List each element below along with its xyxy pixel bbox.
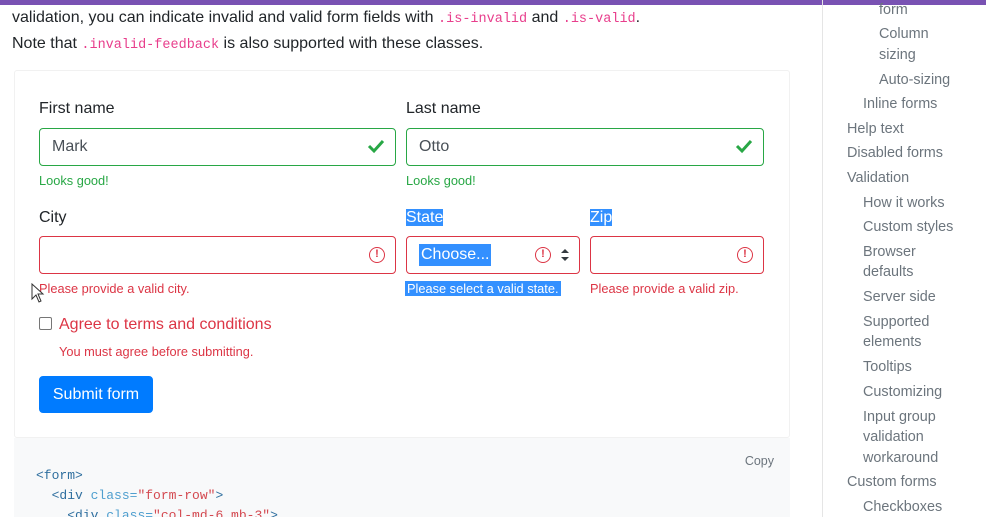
first-name-label: First name xyxy=(39,100,115,117)
toc-item[interactable]: Custom forms xyxy=(847,472,937,493)
check-icon xyxy=(735,139,753,154)
city-input[interactable]: ! xyxy=(39,236,396,274)
toc-item[interactable]: Supported xyxy=(863,312,929,333)
toc-item[interactable]: Checkboxes xyxy=(863,497,942,517)
toc-item[interactable]: Help text xyxy=(847,119,904,140)
toc-item[interactable]: Column xyxy=(879,24,929,45)
error-icon: ! xyxy=(535,247,551,263)
code-attr: class= xyxy=(106,508,154,517)
state-select[interactable]: Choose... ! xyxy=(406,236,580,274)
error-icon: ! xyxy=(369,247,385,263)
toc-item[interactable]: Auto-sizing xyxy=(879,70,950,91)
toc-item[interactable]: Custom styles xyxy=(863,217,953,238)
zip-label: Zip xyxy=(590,209,613,227)
last-name-label: Last name xyxy=(406,100,481,117)
code-tag: <div xyxy=(51,488,91,503)
code-tag: <div xyxy=(67,508,107,517)
inline-code: .is-valid xyxy=(562,12,636,27)
last-name-feedback: Looks good! xyxy=(406,173,476,188)
terms-feedback: You must agree before submitting. xyxy=(59,344,254,359)
intro-text: Note that xyxy=(12,35,82,52)
toc-item[interactable]: Inline forms xyxy=(863,94,937,115)
toc-item[interactable]: Tooltips xyxy=(863,357,912,378)
toc-item[interactable]: Customizing xyxy=(863,382,942,403)
first-name-feedback: Looks good! xyxy=(39,173,109,188)
state-label-text: State xyxy=(406,209,444,226)
code-attr: class= xyxy=(90,488,138,503)
code-lines: <form> <div class="form-row"> <div class… xyxy=(36,466,278,517)
last-name-value: Otto xyxy=(419,138,450,155)
code-snippet: Copy <form> <div class="form-row"> <div … xyxy=(14,438,790,517)
toc-item[interactable]: How it works xyxy=(863,193,945,214)
toc-item[interactable]: form xyxy=(879,0,908,21)
toc-item[interactable]: validation xyxy=(863,427,924,448)
toc-item[interactable]: elements xyxy=(863,332,921,353)
intro-text: is also supported with these classes. xyxy=(219,35,484,52)
terms-checkbox[interactable] xyxy=(39,317,52,330)
toc-item[interactable]: Input group xyxy=(863,407,936,428)
toc-item[interactable]: Server side xyxy=(863,287,936,308)
error-icon: ! xyxy=(737,247,753,263)
toc-item[interactable]: defaults xyxy=(863,262,913,283)
last-name-input[interactable]: Otto xyxy=(406,128,764,166)
code-string: "form-row" xyxy=(137,488,216,503)
intro-paragraph: validation, you can indicate invalid and… xyxy=(12,6,640,58)
state-feedback: Please select a valid state. xyxy=(405,281,561,296)
zip-label-text: Zip xyxy=(590,209,613,226)
check-icon xyxy=(367,139,385,154)
first-name-input[interactable]: Mark xyxy=(39,128,396,166)
intro-text: . xyxy=(635,9,641,26)
code-tag: > xyxy=(215,488,224,503)
toc-item[interactable]: sizing xyxy=(879,45,916,66)
inline-code: .is-invalid xyxy=(438,12,528,27)
copy-button[interactable]: Copy xyxy=(745,454,774,468)
state-selected-value: Choose... xyxy=(419,244,492,266)
table-of-contents: form Column sizing Auto-sizing Inline fo… xyxy=(822,0,986,517)
zip-feedback: Please provide a valid zip. xyxy=(590,281,739,296)
intro-line-2: Note that .invalid-feedback is also supp… xyxy=(12,32,640,58)
terms-label[interactable]: Agree to terms and conditions xyxy=(59,316,272,334)
code-string: "col-md-6 mb-3" xyxy=(153,508,271,517)
toc-item[interactable]: Disabled forms xyxy=(847,143,943,164)
intro-line-1: validation, you can indicate invalid and… xyxy=(12,6,640,32)
mouse-cursor-icon xyxy=(31,283,45,303)
state-label: State xyxy=(406,209,444,227)
city-label: City xyxy=(39,209,67,226)
toc-item[interactable]: workaround xyxy=(863,448,938,469)
inline-code: .invalid-feedback xyxy=(81,38,220,53)
intro-text: and xyxy=(527,9,563,26)
code-tag: <form> xyxy=(36,468,83,483)
toc-item[interactable]: Validation xyxy=(847,168,909,189)
code-tag: > xyxy=(270,508,278,517)
zip-input[interactable]: ! xyxy=(590,236,764,274)
first-name-value: Mark xyxy=(52,138,88,155)
toc-item[interactable]: Browser xyxy=(863,242,916,263)
submit-form-button[interactable]: Submit form xyxy=(39,376,153,413)
intro-text: validation, you can indicate invalid and… xyxy=(12,9,439,26)
select-caret-icon xyxy=(561,249,569,261)
city-feedback: Please provide a valid city. xyxy=(39,281,190,296)
